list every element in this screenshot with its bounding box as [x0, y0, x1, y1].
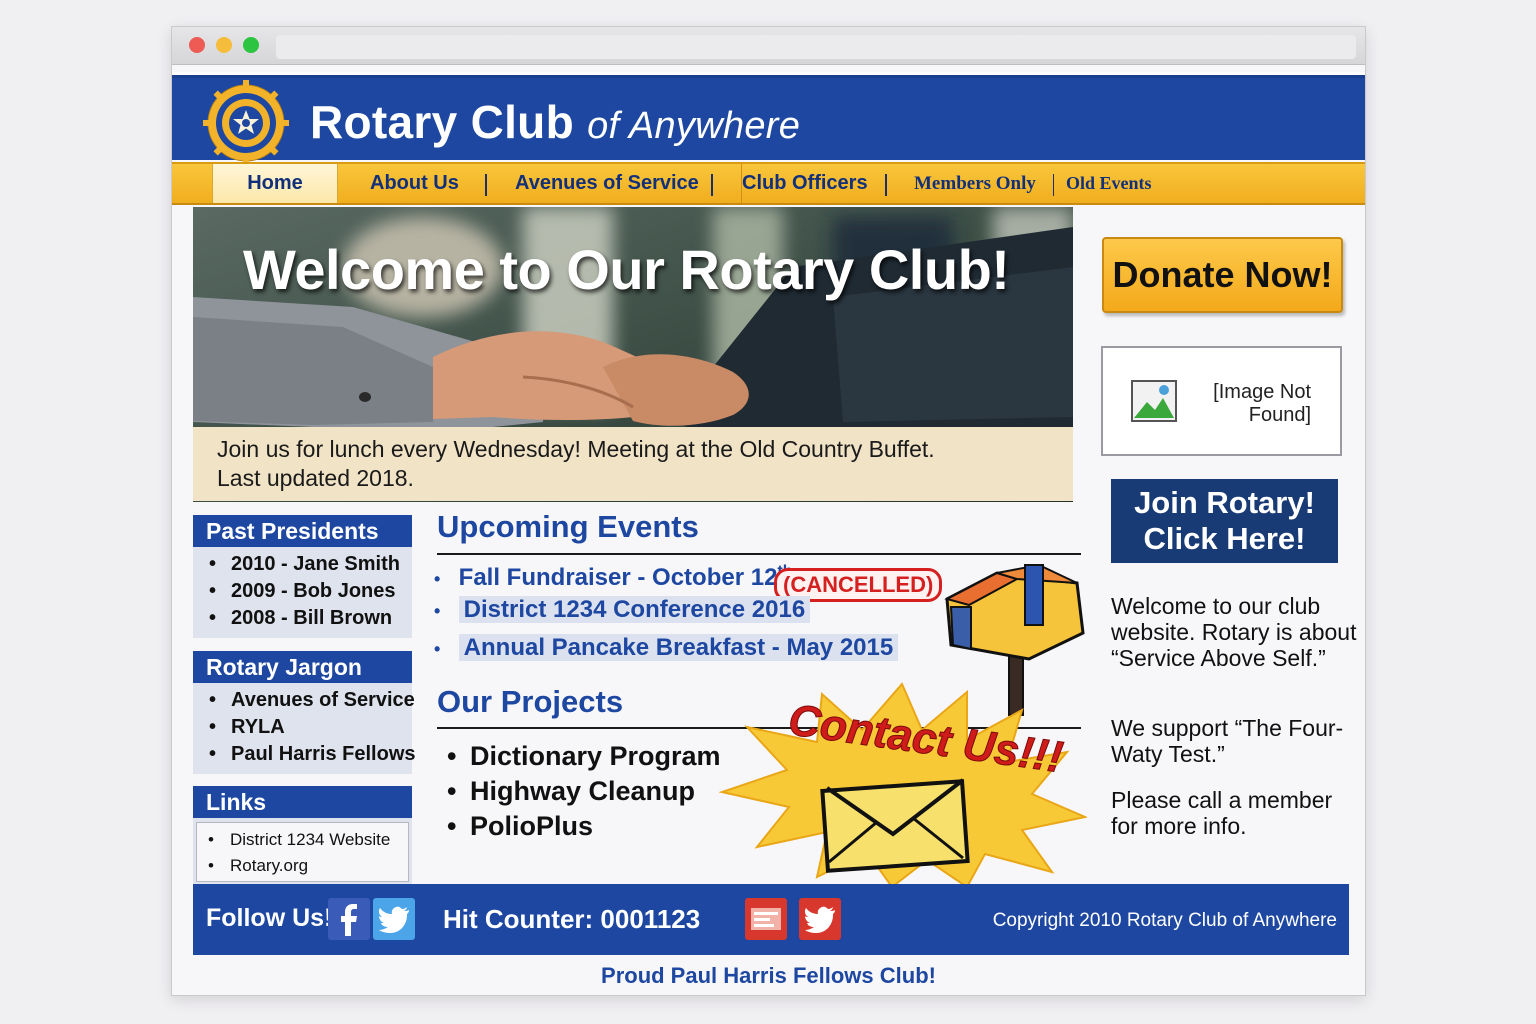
- upcoming-events-heading: Upcoming Events: [437, 509, 699, 544]
- twitter-icon[interactable]: [373, 898, 415, 940]
- contact-us-button[interactable]: Contact Us!!!: [717, 682, 1087, 887]
- hero-title: Welcome to Our Rotary Club!: [243, 238, 1010, 301]
- site-title-main: Rotary Club: [310, 96, 574, 148]
- past-presidents-heading: Past Presidents: [193, 515, 412, 547]
- nav-old-events[interactable]: Old Events: [1066, 164, 1152, 203]
- projects-list: Dictionary Program Highway Cleanup Polio…: [447, 739, 721, 844]
- event-label: Fall Fundraiser - October 12: [458, 564, 778, 591]
- link-district-website[interactable]: District 1234 Website: [208, 827, 408, 853]
- broken-image-icon: [1131, 380, 1177, 422]
- bullet: •: [434, 569, 441, 589]
- link-rotary-org[interactable]: Rotary.org: [208, 853, 408, 879]
- event-item[interactable]: • Annual Pancake Breakfast - May 2015: [434, 634, 899, 662]
- site-title-of: of Anywhere: [587, 105, 801, 147]
- event-label: Annual Pancake Breakfast - May 2015: [458, 634, 899, 661]
- site-footer: Follow Us! Hit Counter: 0001123 Copyrigh…: [193, 884, 1349, 955]
- follow-us-label: Follow Us!: [206, 904, 333, 932]
- nav-divider: [885, 174, 887, 196]
- rotary-wheel-icon[interactable]: [203, 80, 289, 166]
- meeting-info-line1: Join us for lunch every Wednesday! Meeti…: [217, 436, 935, 462]
- browser-titlebar: [172, 27, 1365, 65]
- join-line2: Click Here!: [1143, 521, 1306, 556]
- event-item[interactable]: • District 1234 Conference 2016: [434, 596, 811, 624]
- main-nav: Home About Us Avenues of Service Club Of…: [172, 162, 1365, 205]
- bullet: •: [434, 639, 441, 659]
- facebook-icon[interactable]: [328, 898, 370, 940]
- section-divider: [437, 553, 1081, 555]
- list-item: Avenues of Service: [209, 687, 415, 714]
- links-heading: Links: [193, 786, 412, 818]
- envelope-icon: [820, 778, 970, 873]
- rotary-jargon-box: Rotary Jargon Avenues of Service RYLA Pa…: [193, 651, 416, 774]
- twitter-icon[interactable]: [799, 898, 841, 940]
- nav-divider: [711, 174, 713, 196]
- copyright: Copyright 2010 Rotary Club of Anywhere: [992, 910, 1337, 931]
- list-item: 2010 - Jane Smith: [209, 551, 412, 578]
- address-bar[interactable]: [276, 35, 1356, 59]
- nav-home[interactable]: Home: [212, 164, 338, 203]
- past-presidents-box: Past Presidents 2010 - Jane Smith 2009 -…: [193, 515, 412, 638]
- list-item: Dictionary Program: [447, 739, 721, 774]
- meeting-info-line2: Last updated 2018.: [217, 465, 414, 491]
- links-box: Links District 1234 Website Rotary.org: [193, 786, 412, 885]
- close-window-button[interactable]: [189, 37, 205, 53]
- minimize-window-button[interactable]: [216, 37, 232, 53]
- rotary-jargon-heading: Rotary Jargon: [193, 651, 412, 683]
- site-title: Rotary Club of Anywhere: [310, 95, 800, 149]
- four-way-test-text: We support “The Four-Waty Test.”: [1111, 715, 1344, 767]
- list-item: Highway Cleanup: [447, 774, 721, 809]
- event-label: District 1234 Conference 2016: [458, 596, 811, 623]
- image-not-found-text: [Image Not Found]: [1213, 381, 1311, 426]
- nav-divider: [1053, 174, 1054, 196]
- bullet: •: [434, 601, 441, 621]
- call-member-text: Please call a member for more info.: [1111, 787, 1333, 839]
- list-item: 2008 - Bill Brown: [209, 605, 412, 632]
- list-item: Paul Harris Fellows: [209, 741, 416, 768]
- hit-counter: Hit Counter: 0001123: [443, 904, 701, 934]
- nav-about-us[interactable]: About Us: [370, 164, 459, 203]
- meeting-info: Join us for lunch every Wednesday! Meeti…: [193, 427, 1073, 501]
- list-item: 2009 - Bob Jones: [209, 578, 412, 605]
- our-projects-heading: Our Projects: [437, 684, 624, 719]
- donate-button[interactable]: Donate Now!: [1102, 237, 1343, 313]
- browser-window: Rotary Club of Anywhere Home About Us Av…: [171, 26, 1366, 996]
- site-header: Rotary Club of Anywhere: [172, 72, 1365, 166]
- facebook-icon[interactable]: [745, 898, 787, 940]
- join-line1: Join Rotary!: [1134, 485, 1315, 520]
- list-item: RYLA: [209, 714, 412, 741]
- proud-fellows-banner: Proud Paul Harris Fellows Club!: [601, 963, 936, 988]
- list-item: PolioPlus: [447, 809, 721, 844]
- maximize-window-button[interactable]: [243, 37, 259, 53]
- event-item[interactable]: • Fall Fundraiser - October 12th: [434, 563, 793, 592]
- nav-avenues-of-service[interactable]: Avenues of Service: [515, 164, 699, 203]
- nav-divider: [485, 174, 487, 196]
- welcome-text: Welcome to our club website. Rotary is a…: [1111, 593, 1357, 671]
- join-rotary-button[interactable]: Join Rotary! Click Here!: [1111, 479, 1338, 563]
- missing-image-placeholder: [Image Not Found]: [1101, 346, 1342, 456]
- nav-members-only[interactable]: Members Only: [914, 164, 1036, 203]
- nav-club-officers[interactable]: Club Officers: [741, 164, 868, 203]
